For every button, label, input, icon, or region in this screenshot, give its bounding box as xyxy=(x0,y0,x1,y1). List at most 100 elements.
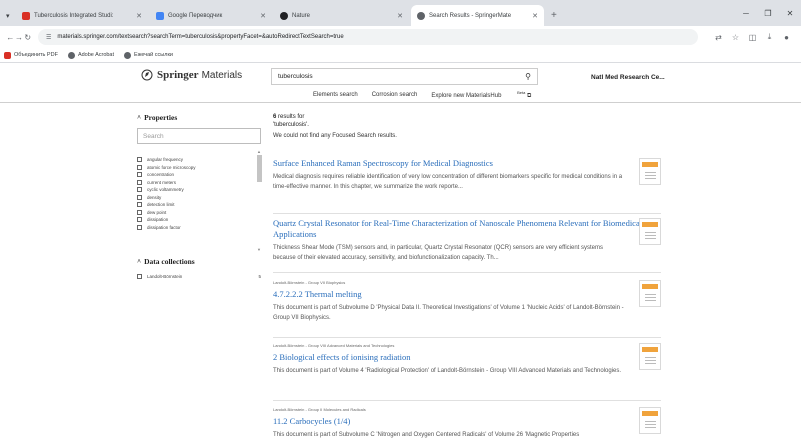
property-item[interactable]: cyclic voltammetry xyxy=(137,186,265,194)
corrosion-search-link[interactable]: Corrosion search xyxy=(372,92,418,98)
close-icon[interactable]: ✕ xyxy=(260,12,266,20)
property-item[interactable]: dissipation xyxy=(137,216,265,224)
cover-line xyxy=(645,427,656,428)
cover-band xyxy=(642,162,658,167)
scrollbar-thumb[interactable] xyxy=(257,155,262,182)
bookmark-item[interactable]: Adobe Acrobat xyxy=(67,51,114,59)
institution-name[interactable]: Natl Med Research Ce... xyxy=(591,74,665,81)
property-item[interactable]: concentration xyxy=(137,171,265,179)
cover-band xyxy=(642,222,658,227)
property-item[interactable]: current meters xyxy=(137,179,265,187)
checkbox[interactable] xyxy=(137,224,142,230)
bookmark-item[interactable]: Ежечай ссылки xyxy=(124,51,173,59)
result-description: This document is part of Volume 4 'Radio… xyxy=(273,368,622,374)
beta-badge: Beta xyxy=(517,90,526,95)
checkbox[interactable] xyxy=(137,217,142,223)
properties-heading[interactable]: ^ Properties xyxy=(137,113,265,122)
result-title-link[interactable]: 11.2 Carbocycles (1/4) xyxy=(273,416,661,427)
url-field[interactable]: ☰ materials.springer.com/textsearch?sear… xyxy=(38,29,699,45)
download-icon[interactable]: ⤓ xyxy=(761,32,778,42)
no-focused-message: We could not find any Focused Search res… xyxy=(273,133,397,139)
scroll-down-icon[interactable]: ▼ xyxy=(256,247,262,252)
restore-icon[interactable]: ❐ xyxy=(757,9,779,18)
checkbox[interactable] xyxy=(137,274,142,279)
checkbox[interactable] xyxy=(137,179,142,185)
book-cover-thumbnail[interactable] xyxy=(639,280,661,307)
property-item[interactable]: angular frequency xyxy=(137,156,265,164)
book-cover-thumbnail[interactable] xyxy=(639,343,661,370)
checkbox[interactable] xyxy=(137,202,142,208)
close-icon[interactable]: ✕ xyxy=(397,12,403,20)
reload-icon[interactable]: ↻ xyxy=(23,33,32,42)
results-count: 6 xyxy=(273,114,277,120)
result-collection-label[interactable]: Landolt-Börnstein - Group VIII Advanced … xyxy=(273,343,661,348)
property-label: density xyxy=(147,194,162,200)
scroll-up-icon[interactable]: ▲ xyxy=(256,149,262,154)
collection-item[interactable]: Landolt-Börnstein 5 xyxy=(137,274,265,279)
checkbox[interactable] xyxy=(137,164,142,170)
cover-band xyxy=(642,411,658,416)
cover-line xyxy=(645,178,656,179)
book-cover-thumbnail[interactable] xyxy=(639,158,661,185)
browser-tab-active[interactable]: Search Results - SpringerMate ✕ xyxy=(411,5,544,26)
checkbox[interactable] xyxy=(137,187,142,193)
browser-tab[interactable]: Nature ✕ xyxy=(274,5,409,26)
minimize-icon[interactable]: ─ xyxy=(735,9,757,18)
bookmark-item[interactable]: Объединить PDF xyxy=(4,51,58,59)
tab-label: Google Переводчик xyxy=(168,12,223,19)
search-input-value: tuberculosis xyxy=(278,73,313,80)
translate-icon[interactable]: ⇄ xyxy=(710,33,727,42)
browser-tab[interactable]: Tuberculosis Integrated Studi: ✕ xyxy=(16,5,148,26)
sidepanel-icon[interactable]: ◫ xyxy=(744,33,761,42)
checkbox[interactable] xyxy=(137,172,142,178)
bookmark-star-icon[interactable]: ☆ xyxy=(727,33,744,42)
result-collection-label[interactable]: Landolt-Börnstein - Group II Molecules a… xyxy=(273,407,661,412)
close-icon[interactable]: ✕ xyxy=(136,12,142,20)
property-search-input[interactable]: Search xyxy=(137,128,261,144)
materialshub-link[interactable]: Explore new MaterialsHub Beta ⧉ xyxy=(431,90,545,100)
result-title-link[interactable]: 2 Biological effects of ionising radiati… xyxy=(273,352,661,363)
tab-label: Nature xyxy=(292,12,311,19)
result-collection-label[interactable]: Landolt-Börnstein - Group VII Biophysics xyxy=(273,280,661,285)
globe-icon xyxy=(124,51,132,59)
property-label: current meters xyxy=(147,179,177,185)
site-info-icon[interactable]: ☰ xyxy=(46,34,51,41)
cover-line xyxy=(645,238,656,239)
result-item: Quartz Crystal Resonator for Real-Time C… xyxy=(273,218,661,273)
property-item[interactable]: density xyxy=(137,194,265,202)
property-item[interactable]: dissipation factor xyxy=(137,224,265,232)
elements-search-link[interactable]: Elements search xyxy=(313,92,358,98)
new-tab-button[interactable]: + xyxy=(546,5,562,26)
close-window-icon[interactable]: ✕ xyxy=(779,9,801,18)
springer-logo[interactable]: Springer Materials xyxy=(141,69,242,81)
checkbox[interactable] xyxy=(137,194,142,200)
result-title-link[interactable]: Quartz Crystal Resonator for Real-Time C… xyxy=(273,218,661,240)
tab-favicon-icon xyxy=(22,11,30,20)
window-controls: ─ ❐ ✕ xyxy=(735,0,801,26)
property-item[interactable]: dew point xyxy=(137,209,265,217)
checkbox[interactable] xyxy=(137,209,142,215)
tab-search-icon[interactable]: ▾ xyxy=(6,5,16,26)
property-item[interactable]: detection limit xyxy=(137,201,265,209)
cover-line xyxy=(645,175,656,176)
collection-count: 5 xyxy=(258,274,261,279)
checkbox[interactable] xyxy=(137,157,142,163)
collections-heading[interactable]: ^ Data collections xyxy=(137,257,265,266)
search-input[interactable]: tuberculosis ⚲ xyxy=(271,68,538,85)
property-label: atomic force microscopy xyxy=(147,164,196,170)
property-list-scrollbar[interactable]: ▲ ▼ xyxy=(256,149,262,252)
header-links: Elements search Corrosion search Explore… xyxy=(313,90,559,100)
back-icon[interactable]: ← xyxy=(6,33,15,42)
search-icon[interactable]: ⚲ xyxy=(525,72,531,81)
property-item[interactable]: atomic force microscopy xyxy=(137,164,265,172)
book-cover-thumbnail[interactable] xyxy=(639,407,661,434)
result-description: Thickness Shear Mode (TSM) sensors and, … xyxy=(273,245,604,261)
profile-icon[interactable]: ● xyxy=(778,33,795,42)
browser-tab[interactable]: Google Переводчик ✕ xyxy=(150,5,272,26)
result-title-link[interactable]: 4.7.2.2.2 Thermal melting xyxy=(273,289,661,300)
forward-icon[interactable]: → xyxy=(15,33,24,42)
close-icon[interactable]: ✕ xyxy=(532,12,538,20)
book-cover-thumbnail[interactable] xyxy=(639,218,661,245)
tab-favicon-icon xyxy=(280,11,288,20)
result-title-link[interactable]: Surface Enhanced Raman Spectroscopy for … xyxy=(273,158,661,169)
